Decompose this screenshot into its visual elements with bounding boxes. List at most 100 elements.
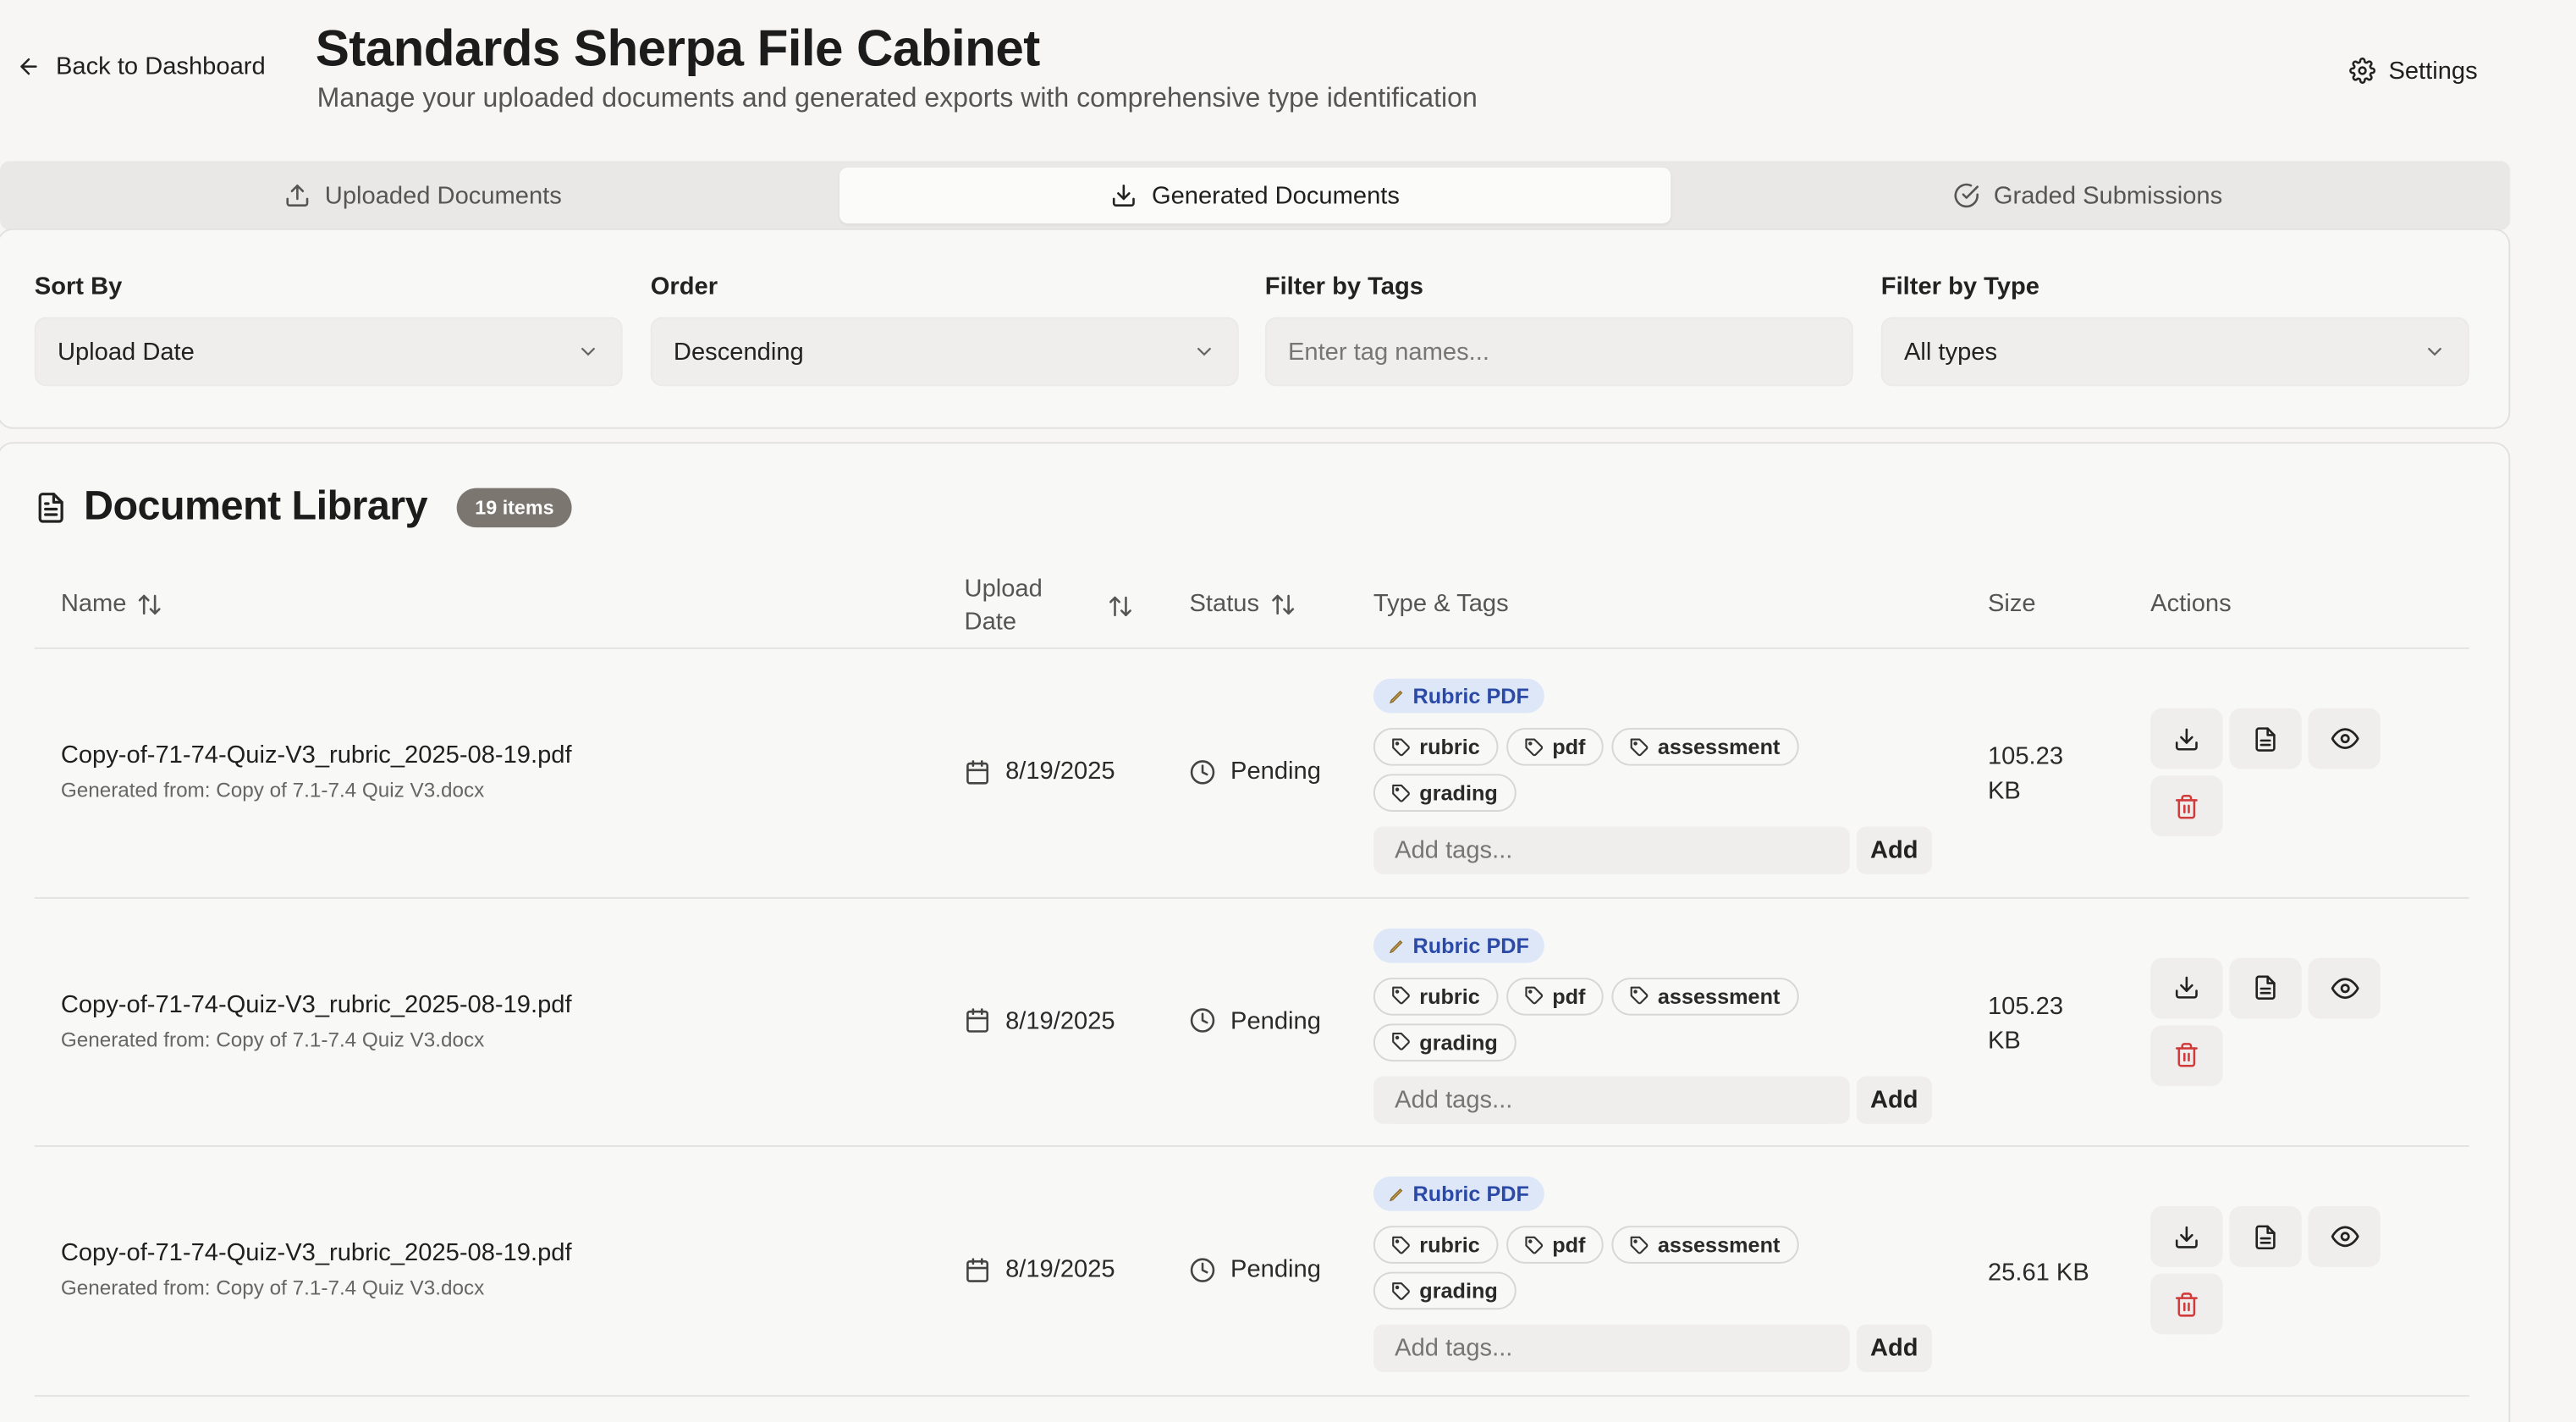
tag-chip[interactable]: grading	[1373, 1271, 1516, 1310]
tag-icon	[1524, 986, 1544, 1006]
delete-button[interactable]	[2150, 1024, 2223, 1086]
size-unit: KB	[1987, 777, 2021, 806]
tag-icon	[1391, 783, 1411, 802]
type-tags-column-header: Type & Tags	[1373, 589, 1509, 618]
file-name[interactable]: Copy-of-71-74-Quiz-V3_rubric_2025-08-19.…	[61, 1239, 572, 1267]
upload-date-header-line1: Upload	[964, 575, 1043, 604]
order-value: Descending	[673, 337, 804, 366]
status-cell: Pending	[1190, 1006, 1321, 1034]
name-column-header[interactable]: Name	[61, 590, 162, 618]
upload-date-cell: 8/19/2025	[965, 1006, 1115, 1034]
type-filter-select[interactable]: All types	[1880, 317, 2469, 387]
chevron-down-icon	[2423, 340, 2446, 363]
tab-uploaded-documents[interactable]: Uploaded Documents	[7, 168, 839, 223]
tab-label: Graded Submissions	[1993, 181, 2223, 210]
sort-by-select[interactable]: Upload Date	[34, 317, 623, 387]
check-circle-icon	[1952, 182, 1979, 208]
tag-icon	[1524, 737, 1544, 757]
preview-button[interactable]	[2308, 956, 2381, 1018]
file-name-cell: Copy-of-71-74-Quiz-V3_rubric_2025-08-19.…	[61, 741, 572, 802]
add-tag-button[interactable]: Add	[1856, 1075, 1932, 1123]
tag-label: grading	[1419, 1278, 1498, 1304]
add-tag-button[interactable]: Add	[1856, 1324, 1932, 1372]
file-name[interactable]: Copy-of-71-74-Quiz-V3_rubric_2025-08-19.…	[61, 990, 572, 1018]
size-value: 105.23	[1987, 742, 2064, 771]
calendar-icon	[965, 758, 991, 785]
document-library-card: Document Library 19 items Name Upload Da…	[0, 442, 2511, 1422]
tag-chip[interactable]: pdf	[1505, 727, 1604, 766]
order-select[interactable]: Descending	[650, 317, 1239, 387]
library-header: Document Library 19 items	[35, 483, 572, 531]
delete-button[interactable]	[2150, 775, 2223, 837]
back-to-dashboard-button[interactable]: Back to Dashboard	[16, 52, 266, 80]
size-cell: 25.61 KB	[1988, 1255, 2136, 1290]
download-button[interactable]	[2150, 708, 2223, 769]
add-tags-input[interactable]: Add tags...	[1373, 1075, 1850, 1123]
tag-chip[interactable]: grading	[1373, 774, 1516, 813]
actions-cell	[2150, 956, 2381, 1086]
pencil-icon	[1388, 686, 1406, 704]
upload-date-cell: 8/19/2025	[965, 758, 1115, 785]
tag-label: grading	[1419, 1029, 1498, 1055]
library-title: Document Library	[84, 482, 428, 530]
download-icon	[2173, 725, 2199, 752]
tag-chip[interactable]: pdf	[1505, 977, 1604, 1015]
tab-bar: Uploaded Documents Generated Documents G…	[0, 161, 2511, 230]
calendar-icon	[965, 1256, 991, 1282]
tab-graded-submissions[interactable]: Graded Submissions	[1671, 168, 2504, 223]
tag-chip[interactable]: assessment	[1611, 977, 1798, 1015]
add-tag-button[interactable]: Add	[1856, 826, 1932, 874]
tab-label: Uploaded Documents	[324, 181, 562, 210]
clock-icon	[1190, 758, 1216, 785]
add-tags-row: Add tags... Add	[1373, 1324, 1932, 1372]
tag-chip[interactable]: rubric	[1373, 727, 1499, 766]
page-title: Standards Sherpa File Cabinet	[315, 19, 1041, 78]
sort-arrows-icon	[1269, 591, 1296, 617]
tab-generated-documents[interactable]: Generated Documents	[839, 168, 1671, 224]
preview-button[interactable]	[2308, 708, 2381, 769]
status-column-header[interactable]: Status	[1190, 590, 1296, 618]
tag-chip[interactable]: assessment	[1611, 1226, 1798, 1264]
tag-chip[interactable]: pdf	[1505, 1226, 1604, 1264]
tags-filter-field[interactable]	[1264, 317, 1853, 387]
add-tags-input[interactable]: Add tags...	[1373, 1324, 1850, 1372]
actions-column-header: Actions	[2150, 589, 2232, 618]
download-button[interactable]	[2150, 1205, 2223, 1267]
type-badge: Rubric PDF	[1373, 678, 1544, 714]
view-details-button[interactable]	[2229, 1205, 2302, 1267]
sort-by-group: Sort By Upload Date	[34, 273, 623, 387]
file-name[interactable]: Copy-of-71-74-Quiz-V3_rubric_2025-08-19.…	[61, 741, 572, 769]
download-button[interactable]	[2150, 956, 2223, 1018]
upload-date-column-header[interactable]: Upload Date	[965, 574, 1043, 640]
type-label: Rubric PDF	[1412, 1181, 1529, 1206]
tag-list: rubric pdf assessment grading	[1373, 977, 1817, 1061]
tag-chip[interactable]: rubric	[1373, 1226, 1499, 1264]
upload-date-text: 8/19/2025	[1005, 1255, 1115, 1284]
settings-button[interactable]: Settings	[2325, 42, 2502, 98]
view-details-button[interactable]	[2229, 956, 2302, 1018]
preview-button[interactable]	[2308, 1205, 2381, 1267]
delete-button[interactable]	[2150, 1273, 2223, 1335]
tag-chip[interactable]: grading	[1373, 1022, 1516, 1061]
page-subtitle: Manage your uploaded documents and gener…	[316, 84, 1478, 113]
gear-icon	[2348, 58, 2375, 84]
view-details-button[interactable]	[2229, 708, 2302, 769]
tag-chip[interactable]: assessment	[1611, 727, 1798, 766]
sort-arrows-icon	[1107, 593, 1133, 620]
size-cell: 105.23 KB	[1988, 740, 2086, 809]
tag-chip[interactable]: rubric	[1373, 977, 1499, 1015]
tag-icon	[1630, 986, 1649, 1006]
tag-label: rubric	[1419, 1232, 1480, 1258]
table-row: Copy-of-71-74-Quiz-V3_rubric_2025-08-19.…	[34, 898, 2469, 1148]
upload-date-sort-button[interactable]	[1107, 593, 1133, 620]
size-column-header: Size	[1987, 589, 2036, 618]
tags-filter-input[interactable]	[1287, 337, 1830, 366]
file-name-cell: Copy-of-71-74-Quiz-V3_rubric_2025-08-19.…	[61, 1239, 572, 1300]
tag-label: pdf	[1552, 734, 1586, 759]
tag-icon	[1630, 1235, 1649, 1254]
actions-cell	[2150, 708, 2381, 837]
add-tags-input[interactable]: Add tags...	[1373, 826, 1850, 874]
pencil-icon	[1388, 936, 1406, 954]
tag-label: rubric	[1419, 983, 1480, 1008]
size-unit: KB	[1987, 1026, 2021, 1055]
